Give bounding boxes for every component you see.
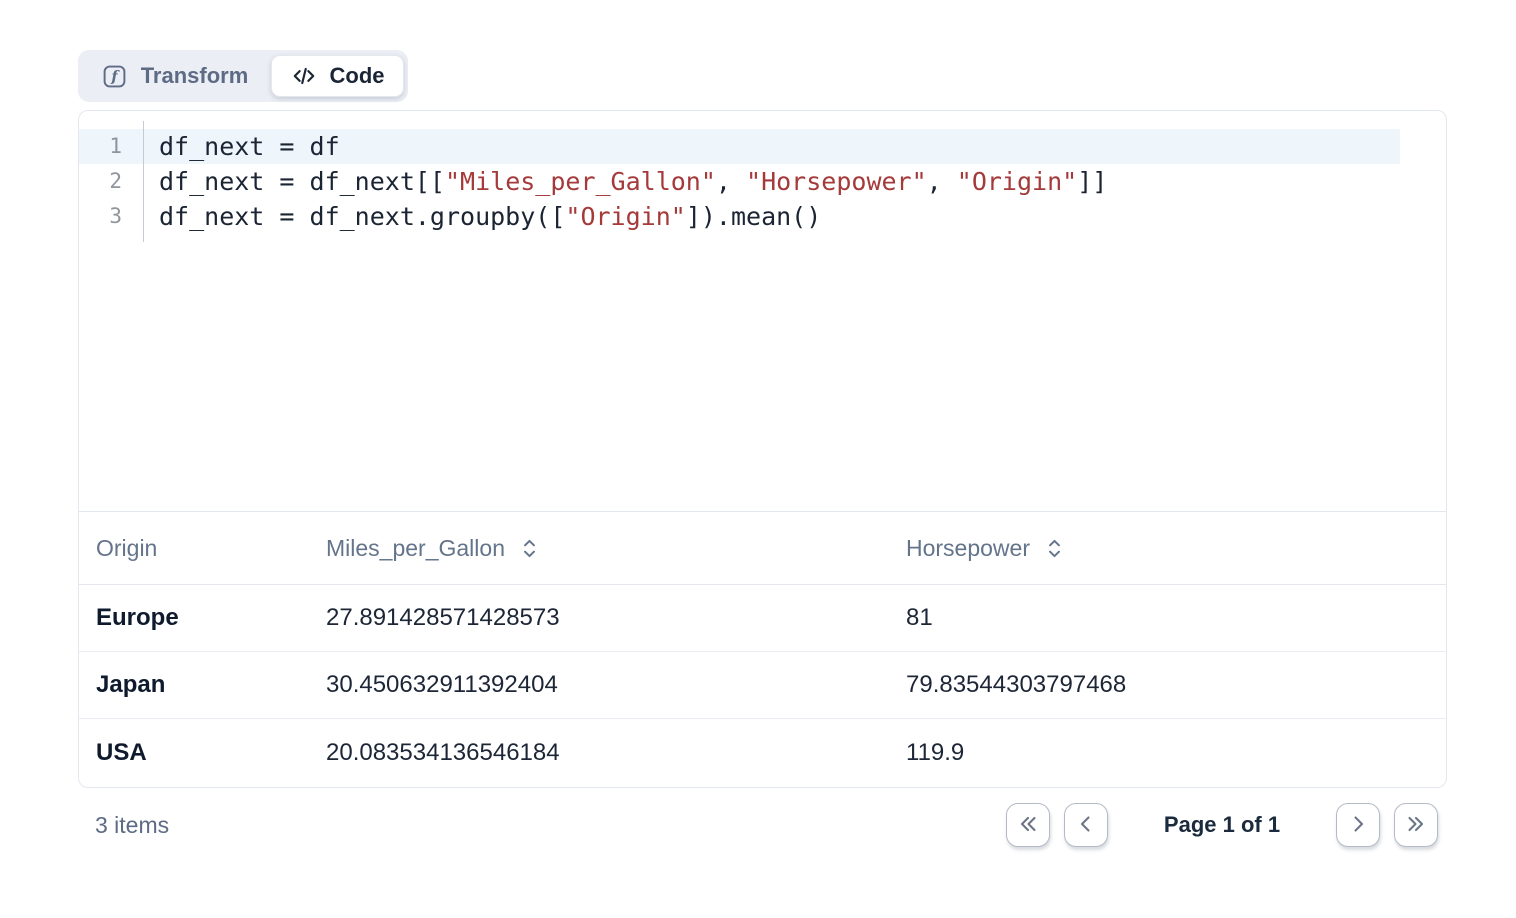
table-header-row: Origin Miles_per_Gallon Horsepower (79, 512, 1446, 585)
next-page-button[interactable] (1336, 803, 1380, 847)
cell-origin: Japan (79, 671, 326, 699)
sort-up-down-icon[interactable] (1045, 538, 1064, 559)
page-indicator: Page 1 of 1 (1108, 812, 1336, 838)
line-number: 1 (79, 129, 144, 164)
cell-miles-per-gallon: 27.891428571428573 (326, 604, 906, 632)
code-line-1[interactable]: 1 df_next = df (79, 129, 1400, 164)
cell-miles-per-gallon: 30.450632911392404 (326, 671, 906, 699)
view-tabs: f Transform Code (78, 50, 408, 102)
cell-origin: USA (79, 739, 326, 767)
chevron-left-icon (1075, 813, 1097, 838)
prev-page-button[interactable] (1064, 803, 1108, 847)
transform-widget: f Transform Code 1 df_next = (0, 0, 1516, 918)
column-header-horsepower[interactable]: Horsepower (906, 535, 1446, 562)
code-icon (291, 63, 317, 89)
code-and-table-panel: 1 df_next = df 2 df_next = df_next[["Mil… (78, 110, 1447, 788)
column-header-miles-per-gallon[interactable]: Miles_per_Gallon (326, 535, 906, 562)
editor-top-padding (79, 121, 1446, 129)
cell-miles-per-gallon: 20.083534136546184 (326, 739, 906, 767)
column-label: Miles_per_Gallon (326, 535, 505, 562)
editor-bottom-padding (79, 234, 1446, 242)
line-number: 3 (79, 199, 144, 234)
tab-transform-label: Transform (141, 63, 249, 89)
chevron-right-icon (1347, 813, 1369, 838)
cell-horsepower: 79.83544303797468 (906, 671, 1446, 699)
line-number: 2 (79, 164, 144, 199)
svg-text:f: f (110, 68, 120, 85)
tab-code[interactable]: Code (271, 55, 404, 97)
cell-horsepower: 119.9 (906, 739, 1446, 767)
chevrons-right-icon (1405, 813, 1427, 838)
pagination: Page 1 of 1 (1006, 803, 1438, 847)
code-line-3[interactable]: 3 df_next = df_next.groupby(["Origin"]).… (79, 199, 1446, 234)
column-label: Horsepower (906, 535, 1030, 562)
column-header-origin: Origin (79, 535, 326, 562)
column-label: Origin (96, 535, 157, 562)
tab-code-label: Code (330, 63, 385, 89)
chevrons-left-icon (1017, 813, 1039, 838)
cell-horsepower: 81 (906, 604, 1446, 632)
sort-up-down-icon[interactable] (520, 538, 539, 559)
code-editor[interactable]: 1 df_next = df 2 df_next = df_next[["Mil… (79, 111, 1446, 512)
function-icon: f (101, 63, 128, 90)
code-line-2[interactable]: 2 df_next = df_next[["Miles_per_Gallon",… (79, 164, 1446, 199)
table-row: Europe 27.891428571428573 81 (79, 585, 1446, 652)
last-page-button[interactable] (1394, 803, 1438, 847)
cell-origin: Europe (79, 604, 326, 632)
code-line-text: df_next = df_next[["Miles_per_Gallon", "… (144, 164, 1107, 199)
table-row: USA 20.083534136546184 119.9 (79, 719, 1446, 786)
first-page-button[interactable] (1006, 803, 1050, 847)
items-count: 3 items (78, 812, 169, 839)
code-line-text: df_next = df (144, 129, 340, 164)
table-row: Japan 30.450632911392404 79.835443037974… (79, 652, 1446, 719)
tab-transform[interactable]: f Transform (78, 50, 271, 102)
code-line-text: df_next = df_next.groupby(["Origin"]).me… (144, 199, 821, 234)
result-table: Origin Miles_per_Gallon Horsepower (79, 512, 1446, 786)
table-footer: 3 items Page 1 of 1 (78, 800, 1447, 850)
